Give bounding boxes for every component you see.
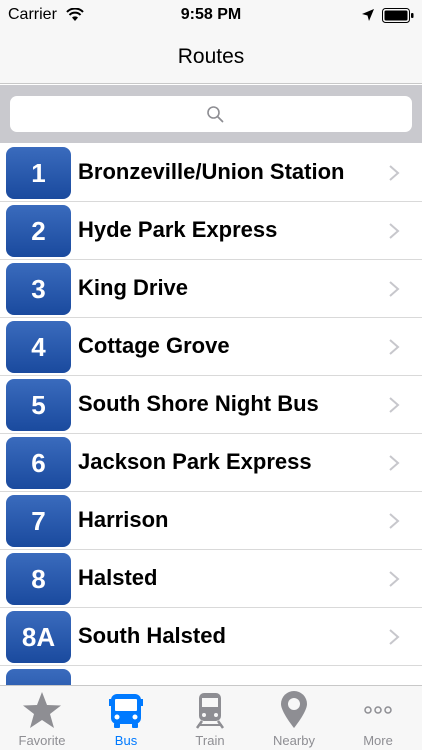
tab-label: Nearby [273, 733, 315, 748]
route-name: Cottage Grove [78, 333, 230, 358]
more-dots-icon [364, 706, 392, 714]
route-number-badge: 5 [6, 379, 71, 431]
route-list[interactable]: 1 Bronzeville/Union Station 2 Hyde Park … [0, 144, 422, 685]
tab-label: Train [195, 733, 225, 748]
search-input[interactable] [10, 96, 412, 132]
chevron-right-icon [389, 397, 400, 413]
route-name: South Halsted [78, 623, 226, 648]
route-name: Hyde Park Express [78, 217, 278, 242]
page-title: Routes [177, 45, 245, 68]
navigation-bar: Routes [0, 32, 422, 84]
chevron-right-icon [389, 455, 400, 471]
chevron-right-icon [389, 513, 400, 529]
tab-train[interactable]: Train [168, 686, 252, 750]
route-number-badge: 7 [6, 495, 71, 547]
chevron-right-icon [389, 571, 400, 587]
bus-icon [109, 694, 143, 728]
route-row[interactable]: 6 Jackson Park Express [0, 434, 422, 492]
route-row[interactable]: 1 Bronzeville/Union Station [0, 144, 422, 202]
route-number-badge: 4 [6, 321, 71, 373]
route-name: Jackson Park Express [78, 449, 312, 474]
status-time: 9:58 PM [180, 6, 242, 23]
search-bar [0, 85, 422, 143]
route-row[interactable]: 3 King Drive [0, 260, 422, 318]
tab-nearby[interactable]: Nearby [252, 686, 336, 750]
battery-icon [382, 8, 414, 23]
tab-more[interactable]: More [336, 686, 420, 750]
route-row[interactable]: 7 Harrison [0, 492, 422, 550]
chevron-right-icon [389, 281, 400, 297]
status-bar: Carrier 9:58 PM [0, 0, 422, 32]
tab-favorite[interactable]: Favorite [0, 686, 84, 750]
route-number-badge: 8A [6, 611, 71, 663]
train-icon [195, 693, 225, 729]
route-name: Harrison [78, 507, 169, 532]
route-row-partial[interactable] [0, 666, 422, 685]
route-row[interactable]: 5 South Shore Night Bus [0, 376, 422, 434]
route-name: Halsted [78, 565, 158, 590]
star-icon [23, 692, 61, 728]
route-number-badge: 3 [6, 263, 71, 315]
tab-bus[interactable]: Bus [84, 686, 168, 750]
location-arrow-icon [362, 9, 374, 21]
chevron-right-icon [389, 223, 400, 239]
route-name: King Drive [78, 275, 189, 300]
route-row[interactable]: 2 Hyde Park Express [0, 202, 422, 260]
route-number-badge [6, 669, 71, 685]
tab-bar: Favorite Bus Train Nearby More [0, 685, 422, 750]
chevron-right-icon [389, 339, 400, 355]
tab-label: Favorite [18, 733, 66, 748]
chevron-right-icon [389, 629, 400, 645]
route-number-badge: 8 [6, 553, 71, 605]
tab-label: More [363, 733, 393, 748]
route-row[interactable]: 8A South Halsted [0, 608, 422, 666]
route-number-badge: 1 [6, 147, 71, 199]
route-name: Bronzeville/Union Station [78, 159, 345, 184]
route-name: South Shore Night Bus [78, 391, 319, 416]
map-pin-icon [281, 691, 307, 728]
route-number-badge: 2 [6, 205, 71, 257]
tab-label: Bus [114, 733, 138, 748]
search-icon [207, 106, 224, 123]
chevron-right-icon [389, 165, 400, 181]
route-row[interactable]: 4 Cottage Grove [0, 318, 422, 376]
route-number-badge: 6 [6, 437, 71, 489]
route-row[interactable]: 8 Halsted [0, 550, 422, 608]
